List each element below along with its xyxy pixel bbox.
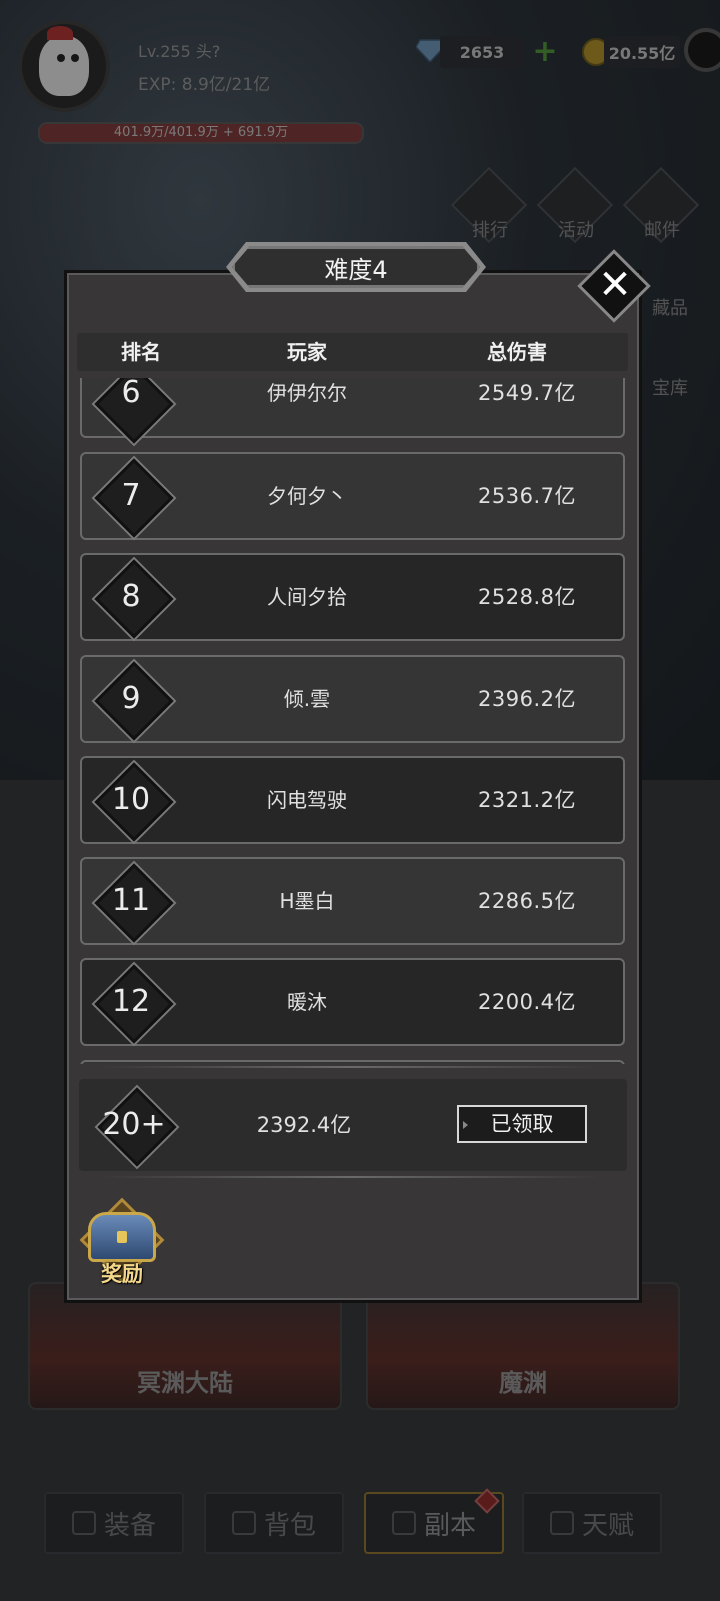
leaderboard-row: 10 闪电驾驶 2321.2亿 bbox=[80, 756, 625, 844]
leaderboard-row: 12 暖沐 2200.4亿 bbox=[80, 958, 625, 1046]
total-damage: 2321.2亿 bbox=[478, 788, 576, 812]
leaderboard-row: 9 倾.雲 2396.2亿 bbox=[80, 655, 625, 743]
leaderboard-header: 排名 玩家 总伤害 bbox=[77, 333, 628, 371]
leaderboard-row: 6 伊伊尔尔 2549.7亿 bbox=[80, 378, 625, 444]
rank-number: 9 bbox=[121, 681, 141, 716]
claimed-button[interactable]: 已领取 bbox=[457, 1105, 587, 1143]
player-name: 倾.雲 bbox=[283, 687, 331, 711]
rank-number: 12 bbox=[111, 984, 151, 1019]
leaderboard-row: 8 人间夕拾 2528.8亿 bbox=[80, 553, 625, 641]
total-damage: 2528.8亿 bbox=[478, 585, 576, 609]
header-damage: 总伤害 bbox=[487, 340, 547, 364]
my-rank-row: 20+ 2392.4亿 已领取 bbox=[79, 1079, 627, 1171]
leaderboard-list[interactable]: 6 伊伊尔尔 2549.7亿 7 夕何夕丶 2536.7亿 8 人间夕拾 252… bbox=[77, 378, 637, 1064]
player-name: 人间夕拾 bbox=[267, 585, 347, 609]
total-damage: 2286.5亿 bbox=[478, 889, 576, 913]
player-name: 伊伊尔尔 bbox=[267, 381, 347, 405]
total-damage: 2200.4亿 bbox=[478, 990, 576, 1014]
total-damage: 2536.7亿 bbox=[478, 484, 576, 508]
reward-label: 奖励 bbox=[101, 1262, 143, 1286]
reward-button[interactable]: 奖励 bbox=[78, 1197, 166, 1290]
player-name: H墨白 bbox=[279, 889, 335, 913]
leaderboard-row: 7 夕何夕丶 2536.7亿 bbox=[80, 452, 625, 540]
my-total-damage: 2392.4亿 bbox=[256, 1113, 352, 1137]
rank-number: 7 bbox=[121, 478, 141, 513]
divider bbox=[100, 1176, 600, 1178]
my-rank-number: 20+ bbox=[102, 1107, 166, 1142]
rank-number: 6 bbox=[121, 378, 141, 410]
treasure-chest-icon bbox=[88, 1212, 156, 1262]
rank-number: 8 bbox=[121, 579, 141, 614]
close-icon[interactable]: ✕ bbox=[592, 262, 638, 308]
player-name: 夕何夕丶 bbox=[267, 484, 347, 508]
total-damage: 2396.2亿 bbox=[478, 687, 576, 711]
header-rank: 排名 bbox=[121, 340, 161, 364]
leaderboard-row: 11 H墨白 2286.5亿 bbox=[80, 857, 625, 945]
rank-number: 11 bbox=[111, 883, 151, 918]
header-player: 玩家 bbox=[287, 340, 327, 364]
divider bbox=[100, 1066, 600, 1068]
player-name: 暖沐 bbox=[287, 990, 327, 1014]
leaderboard-row bbox=[80, 1060, 625, 1064]
player-name: 闪电驾驶 bbox=[267, 788, 347, 812]
modal-title: 难度4 bbox=[232, 246, 480, 288]
rank-number: 10 bbox=[111, 782, 151, 817]
total-damage: 2549.7亿 bbox=[478, 381, 576, 405]
